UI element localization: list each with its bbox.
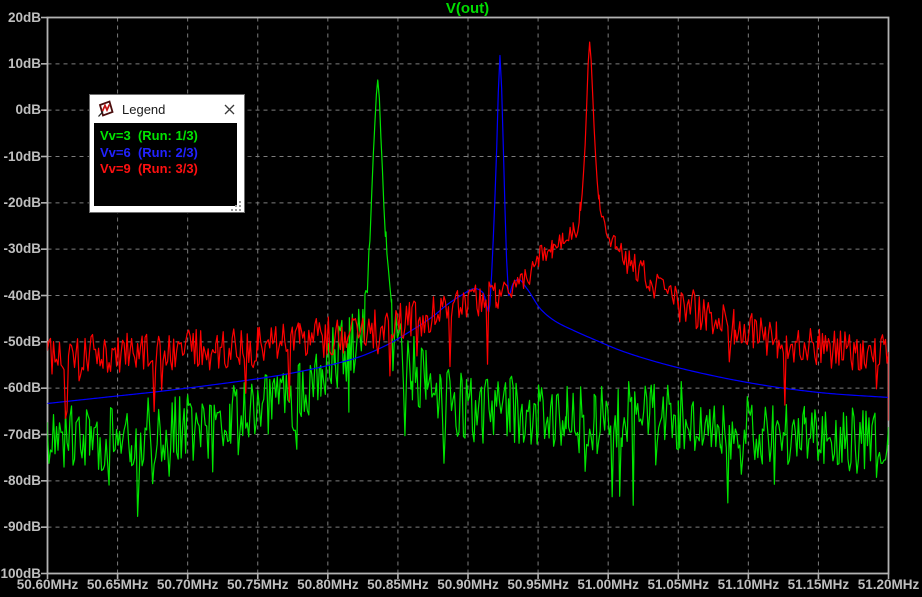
legend-window-title: Legend — [122, 101, 166, 117]
y-tick-label: -70dB — [3, 426, 41, 442]
plot-title: V(out) — [445, 0, 490, 17]
waveform-viewer: V(out) 20dB 10dB 0dB -10dB -20dB -30dB -40dB -5… — [0, 0, 922, 597]
y-tick-label: -20dB — [3, 194, 41, 210]
x-tick-label: 51.20MHz — [857, 577, 920, 592]
plot-area[interactable] — [0, 0, 922, 597]
legend-window: Legend Vv=3 (Run: 1/3) Vv=6 (Run: 2/3) Vv=… — [89, 94, 245, 213]
legend-entries: Vv=3 (Run: 1/3) Vv=6 (Run: 2/3) Vv=9 (Run:… — [94, 123, 237, 206]
legend-entry: Vv=9 (Run: 3/3) — [100, 161, 198, 176]
resize-grip-icon[interactable] — [230, 201, 242, 211]
y-tick-label: -30dB — [3, 241, 41, 257]
y-tick-label: -90dB — [3, 519, 41, 535]
y-tick-label: -40dB — [3, 287, 41, 303]
y-tick-label: -10dB — [3, 148, 41, 164]
close-icon[interactable] — [214, 95, 244, 123]
legend-entry: Vv=3 (Run: 1/3) — [100, 128, 198, 143]
y-tick-label: -50dB — [3, 333, 41, 349]
y-tick-label: -60dB — [3, 380, 41, 396]
y-tick-label: 20dB — [7, 9, 41, 25]
legend-titlebar[interactable]: Legend — [90, 95, 244, 123]
legend-entry: Vv=6 (Run: 2/3) — [100, 144, 198, 160]
y-tick-label: 0dB — [15, 102, 41, 118]
y-tick-label: -80dB — [3, 472, 41, 488]
ltspice-logo-icon — [98, 100, 114, 117]
y-tick-label: 10dB — [7, 55, 41, 71]
